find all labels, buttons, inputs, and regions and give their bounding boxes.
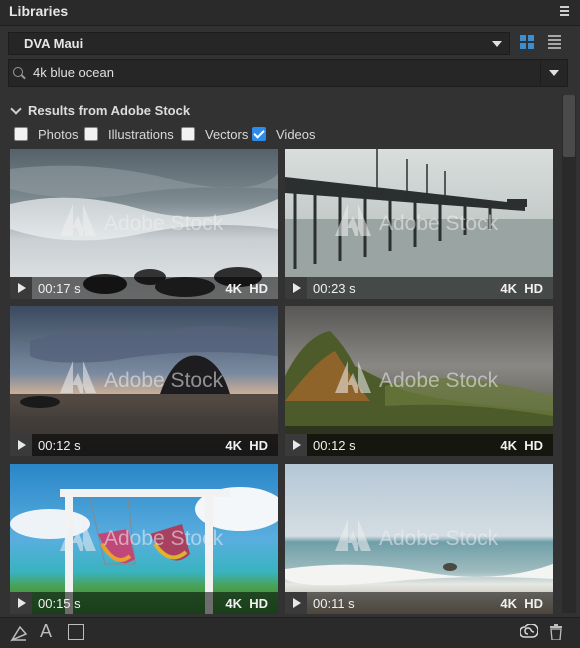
stock-result-thumbnail[interactable]: Adobe Stock 00:15 s 4K HD [10, 464, 278, 614]
stock-result-thumbnail[interactable]: Adobe Stock 00:12 s 4K HD [285, 306, 553, 456]
resolution-badges: 4K HD [225, 596, 268, 611]
adobe-logo-icon [335, 519, 371, 551]
badge-hd: HD [249, 438, 268, 453]
library-dropdown-value: DVA Maui [24, 36, 84, 51]
adobe-logo-icon [60, 204, 96, 236]
panel-menu-icon[interactable] [560, 6, 569, 18]
panel-footer: A [0, 617, 580, 648]
badge-hd: HD [249, 596, 268, 611]
watermark-text: Adobe Stock [379, 369, 499, 392]
checkbox-videos[interactable] [252, 127, 266, 141]
watermark-text: Adobe Stock [104, 212, 224, 235]
chevron-down-icon [10, 103, 22, 115]
text-style-icon[interactable]: A [40, 621, 52, 642]
creative-cloud-icon[interactable] [520, 624, 538, 638]
filter-label: Illustrations [108, 127, 174, 142]
panel-title: Libraries [9, 3, 69, 19]
watermark-text: Adobe Stock [104, 527, 224, 550]
play-icon[interactable] [10, 434, 32, 456]
search-field [8, 59, 568, 87]
adobe-logo-icon [60, 361, 96, 393]
thumbnail-info-bar: 00:17 s 4K HD [10, 277, 278, 299]
stock-result-thumbnail[interactable]: Adobe Stock 00:17 s 4K HD [10, 149, 278, 299]
search-source-dropdown[interactable] [540, 60, 567, 86]
resolution-badges: 4K HD [500, 438, 543, 453]
badge-4k: 4K [500, 438, 517, 453]
badge-4k: 4K [500, 596, 517, 611]
thumbnail-info-bar: 00:11 s 4K HD [285, 592, 553, 614]
watermark-text: Adobe Stock [379, 527, 499, 550]
panel-titlebar: Libraries [0, 0, 580, 26]
filter-label: Vectors [205, 127, 249, 142]
resolution-badges: 4K HD [500, 596, 543, 611]
video-duration: 00:11 s [313, 596, 355, 611]
play-icon[interactable] [285, 434, 307, 456]
badge-4k: 4K [225, 281, 242, 296]
thumbnail-info-bar: 00:15 s 4K HD [10, 592, 278, 614]
video-duration: 00:12 s [313, 438, 356, 453]
checkbox-vectors[interactable] [181, 127, 195, 141]
watermark-text: Adobe Stock [379, 212, 499, 235]
chevron-down-icon [549, 70, 559, 76]
filter-label: Photos [38, 127, 79, 142]
badge-hd: HD [524, 438, 543, 453]
play-icon[interactable] [10, 277, 32, 299]
adobe-logo-icon [335, 361, 371, 393]
section-title: Results from Adobe Stock [28, 103, 191, 118]
play-icon[interactable] [285, 592, 307, 614]
stock-result-thumbnail[interactable]: Adobe Stock 00:11 s 4K HD [285, 464, 553, 614]
video-duration: 00:12 s [38, 438, 81, 453]
video-duration: 00:17 s [38, 281, 81, 296]
search-input[interactable] [33, 64, 513, 81]
color-theme-icon[interactable] [10, 624, 28, 642]
stock-result-thumbnail[interactable]: Adobe Stock 00:12 s 4K HD [10, 306, 278, 456]
chevron-down-icon [492, 41, 502, 47]
watermark-text: Adobe Stock [104, 369, 224, 392]
play-icon[interactable] [10, 592, 32, 614]
badge-hd: HD [524, 281, 543, 296]
thumbnail-info-bar: 00:12 s 4K HD [285, 434, 553, 456]
badge-4k: 4K [225, 438, 242, 453]
grid-view-icon[interactable] [520, 35, 534, 49]
badge-hd: HD [249, 281, 268, 296]
trash-icon[interactable] [550, 624, 562, 640]
libraries-panel: Libraries DVA Maui Results from Adobe St… [0, 0, 580, 648]
checkbox-illustrations[interactable] [84, 127, 98, 141]
resolution-badges: 4K HD [225, 438, 268, 453]
graphic-icon[interactable] [68, 624, 84, 640]
badge-4k: 4K [225, 596, 242, 611]
resolution-badges: 4K HD [225, 281, 268, 296]
thumbnail-info-bar: 00:23 s 4K HD [285, 277, 553, 299]
play-icon[interactable] [285, 277, 307, 299]
results-scrollbar[interactable] [562, 95, 576, 613]
video-duration: 00:15 s [38, 596, 81, 611]
badge-4k: 4K [500, 281, 517, 296]
thumbnail-info-bar: 00:12 s 4K HD [10, 434, 278, 456]
search-icon [13, 67, 23, 77]
scrollbar-thumb[interactable] [563, 95, 575, 157]
badge-hd: HD [524, 596, 543, 611]
adobe-logo-icon [60, 519, 96, 551]
list-view-icon[interactable] [548, 35, 561, 49]
video-duration: 00:23 s [313, 281, 356, 296]
resolution-badges: 4K HD [500, 281, 543, 296]
stock-result-thumbnail[interactable]: Adobe Stock 00:23 s 4K HD [285, 149, 553, 299]
checkbox-photos[interactable] [14, 127, 28, 141]
adobe-logo-icon [335, 204, 371, 236]
library-dropdown[interactable]: DVA Maui [8, 32, 510, 55]
filter-label: Videos [276, 127, 316, 142]
